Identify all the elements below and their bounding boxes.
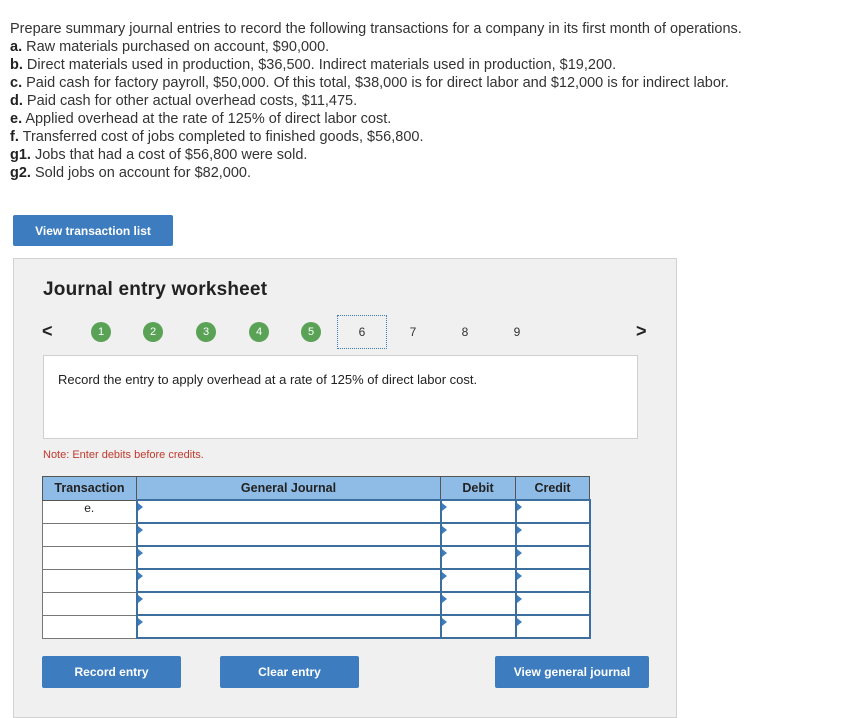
dropdown-arrow-icon xyxy=(137,595,143,603)
dropdown-arrow-icon xyxy=(441,572,447,580)
general-journal-input[interactable] xyxy=(135,591,442,616)
view-general-journal-button[interactable]: View general journal xyxy=(495,656,649,688)
debit-input[interactable] xyxy=(439,591,517,616)
transaction-cell: e. xyxy=(42,499,137,524)
credit-input[interactable] xyxy=(514,545,591,570)
credit-input[interactable] xyxy=(514,522,591,547)
table-row: e. xyxy=(42,499,591,524)
dropdown-arrow-icon xyxy=(516,549,522,557)
dropdown-arrow-icon xyxy=(137,572,143,580)
transaction-cell xyxy=(42,614,137,639)
instruction-text: Record the entry to apply overhead at a … xyxy=(58,372,478,387)
step-7[interactable]: 7 xyxy=(403,322,423,342)
problem-item-g1: g1. Jobs that had a cost of $56,800 were… xyxy=(10,147,308,163)
header-credit: Credit xyxy=(515,476,590,501)
credit-input[interactable] xyxy=(514,568,591,593)
dropdown-arrow-icon xyxy=(137,618,143,626)
table-row xyxy=(42,591,591,616)
note-text: Note: Enter debits before credits. xyxy=(43,449,204,461)
journal-table: Transaction General Journal Debit Credit… xyxy=(42,476,591,639)
dropdown-arrow-icon xyxy=(516,526,522,534)
problem-item-d: d. Paid cash for other actual overhead c… xyxy=(10,93,358,109)
step-8[interactable]: 8 xyxy=(455,322,475,342)
dropdown-arrow-icon xyxy=(441,549,447,557)
step-2[interactable]: 2 xyxy=(143,322,163,342)
header-transaction: Transaction xyxy=(42,476,137,501)
debit-input[interactable] xyxy=(439,545,517,570)
header-general-journal: General Journal xyxy=(136,476,441,501)
dropdown-arrow-icon xyxy=(137,526,143,534)
general-journal-input[interactable] xyxy=(135,499,442,524)
step-4[interactable]: 4 xyxy=(249,322,269,342)
problem-item-g2: g2. Sold jobs on account for $82,000. xyxy=(10,165,252,181)
credit-input[interactable] xyxy=(514,614,591,639)
dropdown-arrow-icon xyxy=(441,503,447,511)
debit-input[interactable] xyxy=(439,568,517,593)
problem-statement: Prepare summary journal entries to recor… xyxy=(10,20,840,182)
step-6-current[interactable]: 6 xyxy=(337,315,387,349)
problem-item-c: c. Paid cash for factory payroll, $50,00… xyxy=(10,75,729,91)
step-9[interactable]: 9 xyxy=(507,322,527,342)
dropdown-arrow-icon xyxy=(516,618,522,626)
dropdown-arrow-icon xyxy=(441,618,447,626)
general-journal-input[interactable] xyxy=(135,522,442,547)
general-journal-input[interactable] xyxy=(135,568,442,593)
view-transaction-list-button[interactable]: View transaction list xyxy=(13,215,173,246)
dropdown-arrow-icon xyxy=(441,595,447,603)
transaction-cell xyxy=(42,591,137,616)
dropdown-arrow-icon xyxy=(516,503,522,511)
problem-intro: Prepare summary journal entries to recor… xyxy=(10,21,742,37)
step-1[interactable]: 1 xyxy=(91,322,111,342)
debit-input[interactable] xyxy=(439,499,517,524)
step-3[interactable]: 3 xyxy=(196,322,216,342)
instruction-box: Record the entry to apply overhead at a … xyxy=(43,355,638,439)
transaction-cell xyxy=(42,522,137,547)
problem-item-a: a. Raw materials purchased on account, $… xyxy=(10,39,330,55)
problem-item-e: e. Applied overhead at the rate of 125% … xyxy=(10,111,392,127)
clear-entry-button[interactable]: Clear entry xyxy=(220,656,359,688)
dropdown-arrow-icon xyxy=(137,549,143,557)
table-row xyxy=(42,545,591,570)
general-journal-input[interactable] xyxy=(135,614,442,639)
problem-item-f: f. Transferred cost of jobs completed to… xyxy=(10,129,424,145)
transaction-cell xyxy=(42,568,137,593)
debit-input[interactable] xyxy=(439,522,517,547)
credit-input[interactable] xyxy=(514,591,591,616)
worksheet-title: Journal entry worksheet xyxy=(43,279,268,300)
table-row xyxy=(42,568,591,593)
transaction-cell xyxy=(42,545,137,570)
general-journal-input[interactable] xyxy=(135,545,442,570)
chevron-left-icon[interactable]: < xyxy=(42,321,53,342)
dropdown-arrow-icon xyxy=(516,572,522,580)
dropdown-arrow-icon xyxy=(441,526,447,534)
record-entry-button[interactable]: Record entry xyxy=(42,656,181,688)
step-5[interactable]: 5 xyxy=(301,322,321,342)
header-debit: Debit xyxy=(440,476,516,501)
debit-input[interactable] xyxy=(439,614,517,639)
credit-input[interactable] xyxy=(514,499,591,524)
dropdown-arrow-icon xyxy=(137,503,143,511)
journal-entry-worksheet: Journal entry worksheet < 1 2 3 4 5 6 7 … xyxy=(13,258,677,718)
dropdown-arrow-icon xyxy=(516,595,522,603)
table-row xyxy=(42,614,591,639)
chevron-right-icon[interactable]: > xyxy=(636,321,647,342)
problem-item-b: b. Direct materials used in production, … xyxy=(10,57,617,73)
table-row xyxy=(42,522,591,547)
